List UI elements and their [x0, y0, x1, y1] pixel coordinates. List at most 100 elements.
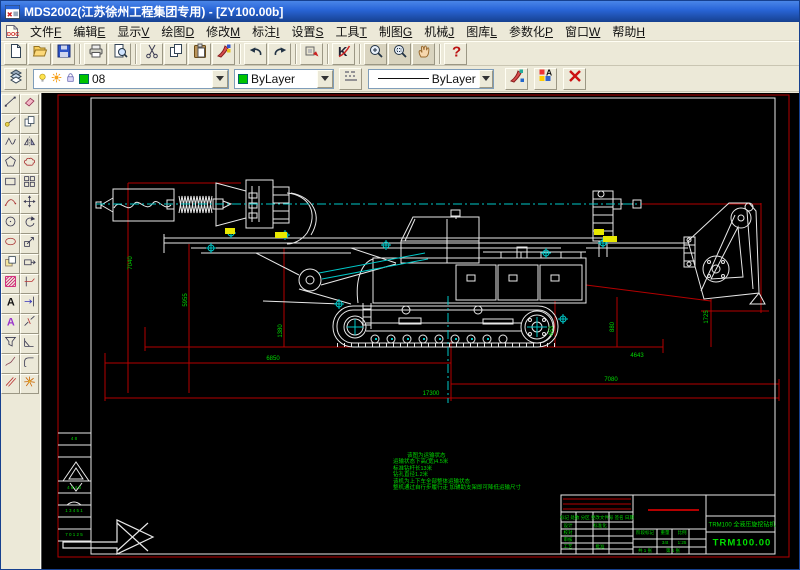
tool-rotate-button[interactable]: [20, 214, 39, 234]
menu-s[interactable]: 设置S: [285, 22, 329, 41]
tool-array-button[interactable]: [20, 174, 39, 194]
tool-fillet-button[interactable]: [20, 354, 39, 374]
color-combo-arrow[interactable]: [317, 70, 333, 88]
tool-mtext-button[interactable]: A: [1, 314, 20, 334]
layer-combo-arrow[interactable]: [212, 70, 228, 88]
tool-arc-button[interactable]: [1, 194, 20, 214]
zoom-window-button[interactable]: [388, 43, 411, 65]
tool-text-button[interactable]: A: [1, 294, 20, 314]
scale-icon: [23, 235, 36, 253]
tool-ellipse-button[interactable]: [1, 234, 20, 254]
preview-icon: [112, 43, 128, 64]
format-brush-button[interactable]: [212, 43, 235, 65]
layer-combo[interactable]: 08: [33, 69, 229, 89]
fillet-icon: [23, 355, 36, 373]
undo-button[interactable]: [244, 43, 267, 65]
array-icon: [23, 175, 36, 193]
layer-manager-button[interactable]: [4, 68, 27, 90]
menu-h[interactable]: 帮助H: [606, 22, 651, 41]
match-properties-button[interactable]: [505, 68, 528, 90]
explode-icon: [23, 375, 36, 393]
tool-rectangle-button[interactable]: [1, 174, 20, 194]
linetype-manager-button[interactable]: [339, 68, 362, 90]
tool-hatch-button[interactable]: [1, 274, 20, 294]
tool-stretch-button[interactable]: [20, 254, 39, 274]
stretch-icon: [23, 255, 36, 273]
menu-i[interactable]: 标注I: [246, 22, 285, 41]
tool-mline-button[interactable]: [1, 374, 20, 394]
print-button[interactable]: [84, 43, 107, 65]
tool-explode-button[interactable]: [20, 374, 39, 394]
filter-icon: [4, 335, 17, 353]
menu-j[interactable]: 机械J: [418, 22, 460, 41]
tool-extend-button[interactable]: [20, 294, 39, 314]
undo-icon: [248, 43, 264, 64]
svg-text:A: A: [7, 297, 15, 308]
menu-w[interactable]: 窗口W: [559, 22, 606, 41]
linetype-combo[interactable]: ByLayer: [368, 69, 494, 89]
menu-t[interactable]: 工具T: [330, 22, 373, 41]
menu-l[interactable]: 图库L: [460, 22, 503, 41]
tool-line-button[interactable]: [1, 94, 20, 114]
current-layer: 08: [92, 72, 105, 86]
menu-f[interactable]: 文件F: [24, 22, 67, 41]
menu-g[interactable]: 制图G: [373, 22, 418, 41]
redraw-button[interactable]: K: [332, 43, 355, 65]
tool-cloud-button[interactable]: [20, 154, 39, 174]
tool-circle-button[interactable]: [1, 214, 20, 234]
tool-copy-obj-button[interactable]: [20, 114, 39, 134]
preview-button[interactable]: [108, 43, 131, 65]
color-text-button[interactable]: A: [534, 68, 557, 90]
dimension-lines: [58, 95, 789, 557]
app-icon: [5, 5, 20, 19]
mtext-icon: A: [4, 315, 17, 333]
drawing-canvas[interactable]: TRM100 全液压旋挖钻机 TRM100.00 704059551380453…: [41, 93, 799, 569]
tool-block-button[interactable]: [1, 254, 20, 274]
tool-polyline-button[interactable]: [1, 134, 20, 154]
open-button[interactable]: [28, 43, 51, 65]
new-icon: [8, 43, 24, 64]
copy-button[interactable]: [164, 43, 187, 65]
document-icon[interactable]: DOC: [4, 24, 20, 39]
linetype-sample: [378, 78, 429, 79]
paste-button[interactable]: [188, 43, 211, 65]
menu-v[interactable]: 显示V: [111, 22, 155, 41]
toolbar-separator: [439, 44, 441, 64]
delete-button[interactable]: [563, 68, 586, 90]
tool-erase-button[interactable]: [20, 94, 39, 114]
tool-filter-button[interactable]: [1, 334, 20, 354]
polygon-icon: [4, 155, 17, 173]
menu-m[interactable]: 修改M: [200, 22, 246, 41]
insert-block-button[interactable]: [300, 43, 323, 65]
pan-button[interactable]: [412, 43, 435, 65]
menu-e[interactable]: 编辑E: [67, 22, 111, 41]
save-button[interactable]: [52, 43, 75, 65]
zoom-in-button[interactable]: [364, 43, 387, 65]
linetype-combo-arrow[interactable]: [479, 70, 493, 88]
zoom-window-icon: [392, 43, 408, 64]
tool-break-button[interactable]: [20, 314, 39, 334]
menu-p[interactable]: 参数化P: [503, 22, 559, 41]
format-brush-icon: [216, 43, 232, 64]
tool-trim-button[interactable]: [20, 274, 39, 294]
help-icon: ?: [448, 43, 464, 64]
menu-d[interactable]: 绘图D: [155, 22, 200, 41]
help-button[interactable]: ?: [444, 43, 467, 65]
properties-toolbar: 08 ByLayer ByLayer A: [1, 66, 799, 92]
app-window: MDS2002(江苏徐州工程集团专用) - [ZY100.00b] DOC 文件…: [0, 0, 800, 570]
new-button[interactable]: [4, 43, 27, 65]
tool-sketch-button[interactable]: [1, 354, 20, 374]
tool-chamfer-button[interactable]: [20, 334, 39, 354]
tool-move-button[interactable]: [20, 194, 39, 214]
toolbar-separator: [239, 44, 241, 64]
tool-scale-button[interactable]: [20, 234, 39, 254]
save-icon: [56, 43, 72, 64]
color-combo[interactable]: ByLayer: [234, 69, 334, 89]
tool-ray-button[interactable]: [1, 114, 20, 134]
redo-button[interactable]: [268, 43, 291, 65]
insert-block-icon: [304, 43, 320, 64]
svg-text:DOC: DOC: [7, 32, 19, 38]
cut-button[interactable]: [140, 43, 163, 65]
tool-polygon-button[interactable]: [1, 154, 20, 174]
tool-mirror-button[interactable]: [20, 134, 39, 154]
